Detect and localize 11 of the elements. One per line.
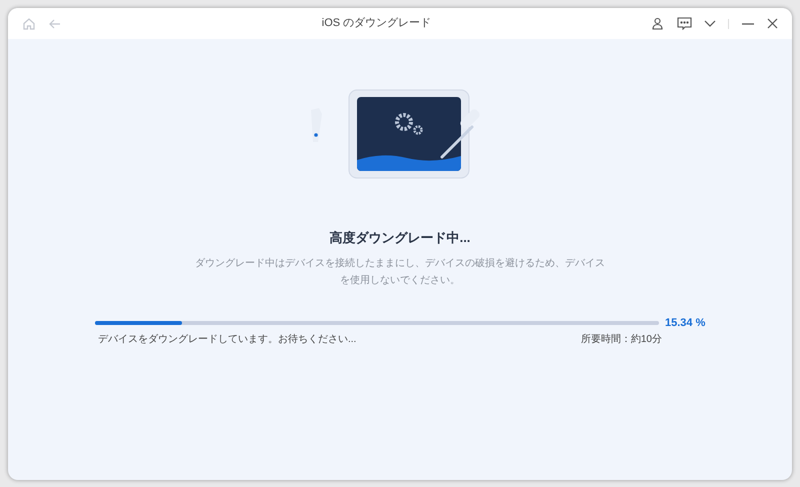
remaining-time: 所要時間：約10分 bbox=[580, 332, 662, 347]
progress-status: デバイスをダウングレードしています。お待ちください... bbox=[98, 332, 356, 347]
user-icon[interactable] bbox=[651, 17, 664, 30]
close-icon[interactable] bbox=[767, 18, 778, 29]
window-title: iOS のダウングレード bbox=[322, 16, 432, 32]
description-text: ダウングレード中はデバイスを接続したままにし、デバイスの破損を避けるため、デバイスを使用しないでください。 bbox=[195, 256, 605, 288]
progress-percent: 15.34 % bbox=[665, 316, 706, 330]
status-heading: 高度ダウングレード中... bbox=[330, 229, 470, 247]
message-icon[interactable] bbox=[677, 17, 692, 30]
chevron-down-icon[interactable] bbox=[704, 20, 716, 28]
minimize-icon[interactable] bbox=[742, 22, 754, 24]
